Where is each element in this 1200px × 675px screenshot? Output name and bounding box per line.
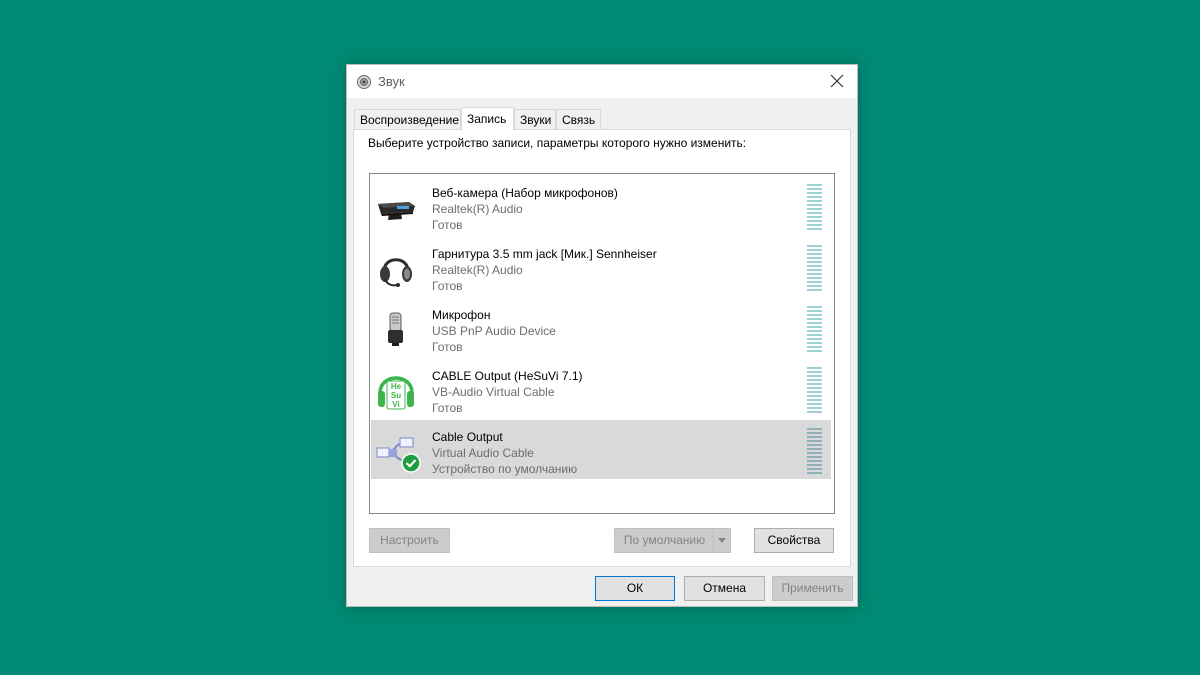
cancel-button[interactable]: Отмена xyxy=(684,576,765,601)
device-list[interactable]: Веб-камера (Набор микрофонов) Realtek(R)… xyxy=(369,173,835,514)
device-name: Гарнитура 3.5 mm jack [Мик.] Sennheiser xyxy=(432,247,657,261)
hesuvi-text: Su xyxy=(391,391,401,400)
device-item-cable-output[interactable]: Cable Output Virtual Audio Cable Устройс… xyxy=(371,420,831,479)
device-status: Готов xyxy=(432,340,463,354)
hesuvi-text: Vi xyxy=(392,400,399,409)
level-meter xyxy=(807,367,822,413)
tab-playback[interactable]: Воспроизведение xyxy=(354,109,461,129)
device-driver: VB-Audio Virtual Cable xyxy=(432,385,555,399)
device-status: Готов xyxy=(432,279,463,293)
ok-button[interactable]: ОК xyxy=(595,576,675,601)
hesuvi-headphones-icon: He Su Vi xyxy=(378,376,414,410)
sound-dialog: Звук Воспроизведение Запись Звуки Связь … xyxy=(346,64,858,607)
set-default-dropdown[interactable] xyxy=(713,529,730,552)
properties-button[interactable]: Свойства xyxy=(754,528,834,553)
device-item-hesuvi[interactable]: He Su Vi CABLE Output (HeSuVi 7.1) VB-Au… xyxy=(371,359,831,418)
device-item-microphone[interactable]: Микрофон USB PnP Audio Device Готов xyxy=(371,298,831,357)
set-default-button[interactable]: По умолчанию xyxy=(614,528,731,553)
device-status: Готов xyxy=(432,218,463,232)
device-name: Cable Output xyxy=(432,430,503,444)
recording-panel: Выберите устройство записи, параметры ко… xyxy=(353,129,851,567)
device-item-headset[interactable]: Гарнитура 3.5 mm jack [Мик.] Sennheiser … xyxy=(371,237,831,296)
title-bar: Звук xyxy=(347,65,857,98)
level-meter xyxy=(807,306,822,352)
device-driver: Virtual Audio Cable xyxy=(432,446,534,460)
device-name: Микрофон xyxy=(432,308,491,322)
device-status: Готов xyxy=(432,401,463,415)
device-driver: Realtek(R) Audio xyxy=(432,202,523,216)
device-driver: USB PnP Audio Device xyxy=(432,324,556,338)
tab-communications[interactable]: Связь xyxy=(556,109,601,129)
close-button[interactable] xyxy=(817,65,857,98)
hesuvi-text: He xyxy=(391,382,402,391)
webcam-icon xyxy=(378,202,415,220)
level-meter xyxy=(807,428,822,474)
configure-button[interactable]: Настроить xyxy=(369,528,450,553)
close-icon xyxy=(830,74,844,88)
device-status: Устройство по умолчанию xyxy=(432,462,578,476)
tab-sounds[interactable]: Звуки xyxy=(514,109,556,129)
device-item-webcam[interactable]: Веб-камера (Набор микрофонов) Realtek(R)… xyxy=(371,176,831,235)
level-meter xyxy=(807,184,822,230)
device-driver: Realtek(R) Audio xyxy=(432,263,523,277)
window-title: Звук xyxy=(378,74,405,89)
device-name: CABLE Output (HeSuVi 7.1) xyxy=(432,369,583,383)
level-meter xyxy=(807,245,822,291)
chevron-down-icon xyxy=(718,538,726,543)
default-check-icon xyxy=(401,453,421,473)
microphone-icon xyxy=(388,312,403,346)
set-default-label: По умолчанию xyxy=(623,533,706,547)
speaker-icon xyxy=(357,75,371,89)
headset-icon xyxy=(380,258,412,287)
tab-recording[interactable]: Запись xyxy=(461,107,514,130)
device-name: Веб-камера (Набор микрофонов) xyxy=(432,186,618,200)
instruction-text: Выберите устройство записи, параметры ко… xyxy=(368,136,747,150)
apply-button[interactable]: Применить xyxy=(772,576,853,601)
